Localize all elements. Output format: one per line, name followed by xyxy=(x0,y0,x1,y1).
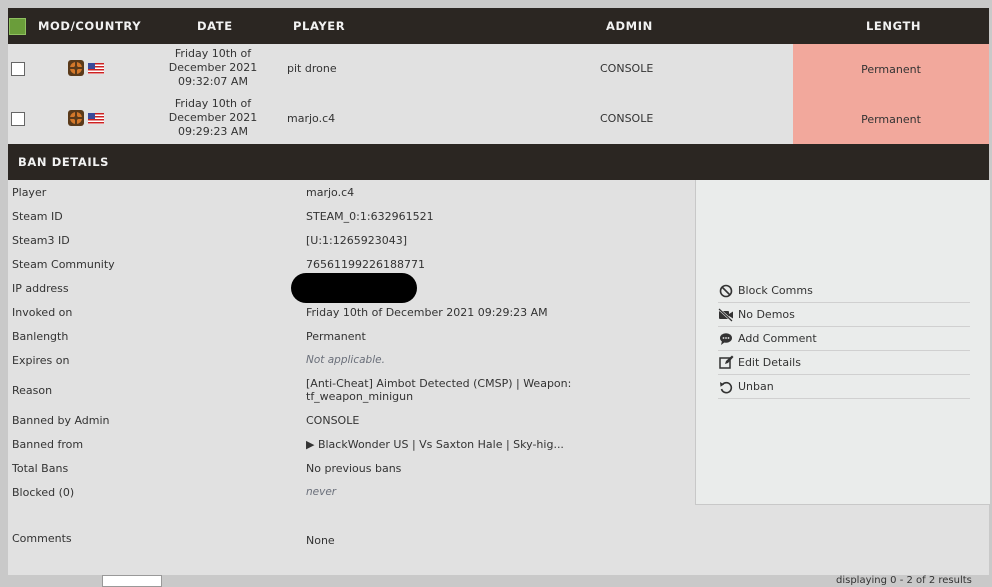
detail-label: Steam3 ID xyxy=(12,234,70,247)
admin-name: CONSOLE xyxy=(600,112,654,125)
header-mod-country[interactable]: MOD/COUNTRY xyxy=(38,19,141,33)
table-row[interactable]: Friday 10th of December 2021 09:32:07 AM… xyxy=(8,44,989,94)
block-icon xyxy=(718,283,734,299)
detail-label: Player xyxy=(12,186,47,199)
detail-value: None xyxy=(306,534,335,547)
header-player[interactable]: PLAYER xyxy=(293,19,345,33)
table-row[interactable]: Friday 10th of December 2021 09:29:23 AM… xyxy=(8,94,989,144)
ban-length: Permanent xyxy=(793,94,989,144)
table-header: MOD/COUNTRY DATE PLAYER ADMIN LENGTH xyxy=(8,8,989,44)
detail-label: Steam Community xyxy=(12,258,115,271)
no-video-icon xyxy=(718,307,734,323)
undo-icon xyxy=(718,379,734,395)
ban-date: Friday 10th of December 2021 09:32:07 AM xyxy=(168,47,258,88)
detail-label: IP address xyxy=(12,282,69,295)
detail-label: Banned from xyxy=(12,438,84,451)
player-name: marjo.c4 xyxy=(287,112,336,125)
detail-value: No previous bans xyxy=(306,462,402,475)
tf2-mod-icon xyxy=(68,110,84,126)
detail-label: Total Bans xyxy=(12,462,69,475)
row-checkbox[interactable] xyxy=(11,112,25,126)
detail-value: Permanent xyxy=(306,330,366,343)
steam-community-link[interactable]: 76561199226188771 xyxy=(306,258,596,271)
header-date[interactable]: DATE xyxy=(197,19,233,33)
us-flag-icon xyxy=(88,113,104,124)
banned-from-server-link[interactable]: ▶ BlackWonder US | Vs Saxton Hale | Sky-… xyxy=(306,438,596,451)
detail-value: [Anti-Cheat] Aimbot Detected (CMSP) | We… xyxy=(306,377,572,403)
page-jump-input[interactable] xyxy=(102,575,162,587)
ban-date: Friday 10th of December 2021 09:29:23 AM xyxy=(168,97,258,138)
row-checkbox[interactable] xyxy=(11,62,25,76)
tf2-mod-icon xyxy=(68,60,84,76)
redacted-ip xyxy=(291,273,417,303)
us-flag-icon xyxy=(88,63,104,74)
edit-icon xyxy=(718,355,734,371)
detail-value: STEAM_0:1:632961521 xyxy=(306,210,434,223)
comment-icon xyxy=(718,331,734,347)
ban-length: Permanent xyxy=(793,44,989,94)
detail-value: Friday 10th of December 2021 09:29:23 AM xyxy=(306,306,548,319)
ban-actions-panel: Block Comms No Demos Add Comment Edit De… xyxy=(695,180,990,505)
ban-details-body: Player marjo.c4 Steam ID STEAM_0:1:63296… xyxy=(8,180,990,575)
header-length[interactable]: LENGTH xyxy=(866,19,921,33)
detail-value: never xyxy=(306,486,337,498)
detail-value: [U:1:1265923043] xyxy=(306,234,408,247)
detail-label: Banlength xyxy=(12,330,69,343)
edit-details-button[interactable]: Edit Details xyxy=(718,351,970,375)
detail-label: Blocked (0) xyxy=(12,486,75,499)
results-count: displaying 0 - 2 of 2 results xyxy=(836,575,972,586)
ban-details-title: BAN DETAILS xyxy=(8,144,989,180)
select-all-checkbox[interactable] xyxy=(8,8,27,44)
add-comment-button[interactable]: Add Comment xyxy=(718,327,970,351)
detail-label: Banned by Admin xyxy=(12,414,110,427)
detail-value: CONSOLE xyxy=(306,414,360,427)
detail-label: Steam ID xyxy=(12,210,63,223)
header-admin[interactable]: ADMIN xyxy=(606,19,653,33)
detail-label: Invoked on xyxy=(12,306,73,319)
detail-value: Not applicable. xyxy=(306,354,385,366)
player-name: pit drone xyxy=(287,62,337,75)
admin-name: CONSOLE xyxy=(600,62,654,75)
bans-panel: MOD/COUNTRY DATE PLAYER ADMIN LENGTH Fri… xyxy=(8,8,990,575)
detail-label: Comments xyxy=(12,532,72,545)
detail-label: Reason xyxy=(12,384,53,397)
block-comms-button[interactable]: Block Comms xyxy=(718,279,970,303)
detail-value: marjo.c4 xyxy=(306,186,355,199)
unban-button[interactable]: Unban xyxy=(718,375,970,399)
detail-label: Expires on xyxy=(12,354,70,367)
no-demos-button[interactable]: No Demos xyxy=(718,303,970,327)
